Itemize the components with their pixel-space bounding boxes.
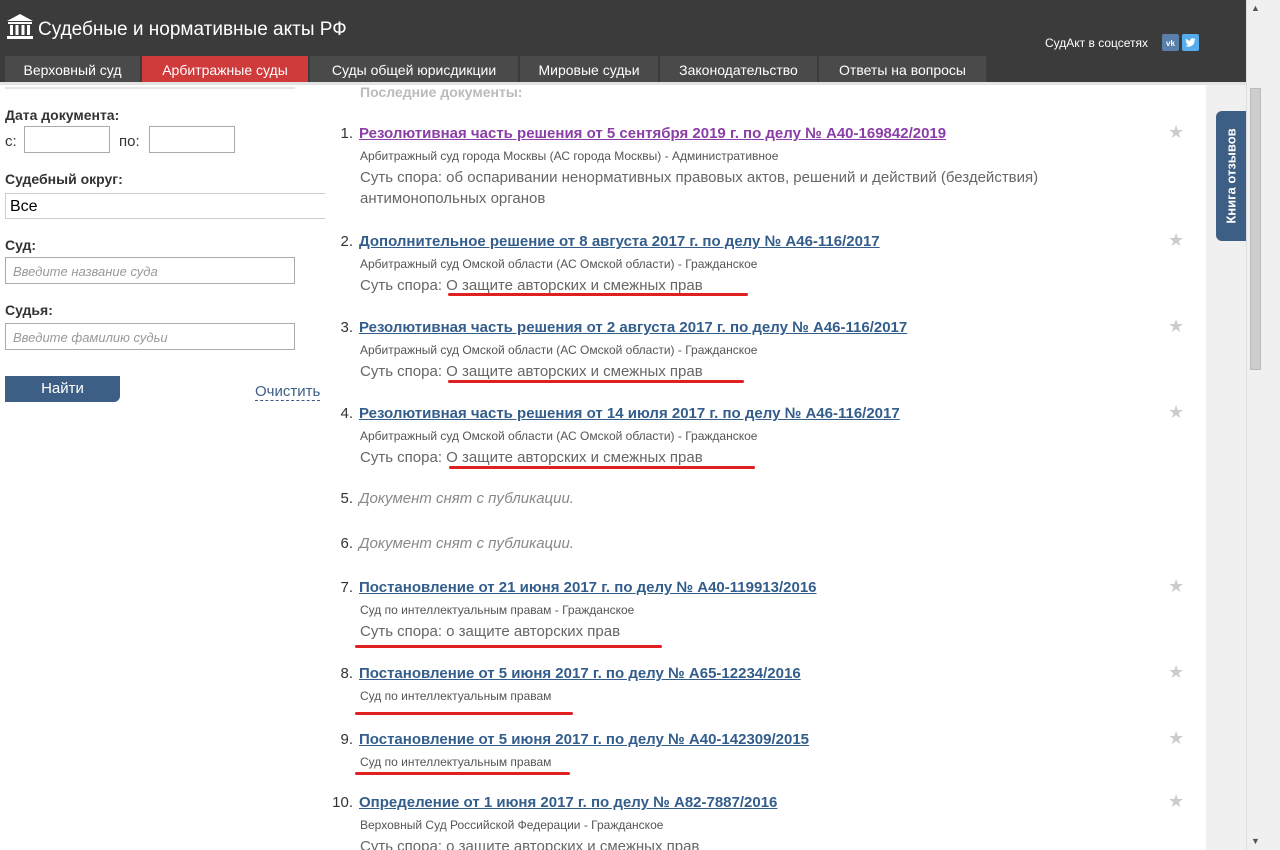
tab-qa[interactable]: Ответы на вопросы <box>819 56 986 82</box>
court-name: Верховный Суд Российской Федерации - Гра… <box>360 818 664 832</box>
tab-supreme-court[interactable]: Верховный суд <box>5 56 140 82</box>
star-icon[interactable]: ★ <box>1168 317 1184 335</box>
svg-text:vk: vk <box>1166 39 1175 48</box>
feedback-tab-label: Книга отзывов <box>1223 128 1239 224</box>
clear-link[interactable]: Очистить <box>255 383 321 401</box>
item-number: 8. <box>340 665 353 682</box>
document-link[interactable]: Резолютивная часть решения от 2 августа … <box>359 319 907 337</box>
item-number: 1. <box>340 125 353 142</box>
tab-general-courts[interactable]: Суды общей юрисдикции <box>310 56 518 82</box>
tab-arbitration-courts[interactable]: Арбитражные суды <box>142 56 308 82</box>
tab-magistrate-judges[interactable]: Мировые судьи <box>520 56 658 82</box>
scroll-up-icon[interactable]: ▲ <box>1247 0 1264 17</box>
latest-heading: Последние документы: <box>360 85 523 100</box>
item-number: 7. <box>340 579 353 596</box>
district-select[interactable]: Все <box>5 193 330 219</box>
dispute-text: Суть спора: о защите авторских и смежных… <box>360 838 700 850</box>
annotation-underline <box>355 772 570 775</box>
dispute-text: Суть спора: О защите авторских и смежных… <box>360 449 703 466</box>
court-name: Арбитражный суд Омской области (АС Омско… <box>360 343 758 357</box>
document-link[interactable]: Резолютивная часть решения от 5 сентября… <box>359 125 946 143</box>
scroll-down-icon[interactable]: ▼ <box>1247 833 1264 850</box>
item-number: 2. <box>340 233 353 250</box>
annotation-underline <box>355 712 573 715</box>
item-number: 4. <box>340 405 353 422</box>
annotation-underline <box>448 380 744 383</box>
removed-notice: Документ снят с публикации. <box>359 535 574 552</box>
document-link[interactable]: Постановление от 5 июня 2017 г. по делу … <box>359 665 801 683</box>
removed-notice: Документ снят с публикации. <box>359 490 574 507</box>
item-number: 5. <box>340 490 353 507</box>
court-label: Суд: <box>5 237 37 253</box>
document-link[interactable]: Постановление от 21 июня 2017 г. по делу… <box>359 579 817 597</box>
star-icon[interactable]: ★ <box>1168 403 1184 421</box>
site-title[interactable]: Судебные и нормативные акты РФ <box>38 19 347 41</box>
feedback-tab[interactable]: Книга отзывов <box>1216 111 1246 241</box>
court-name: Суд по интеллектуальным правам - Граждан… <box>360 603 635 617</box>
date-to-label: по: <box>119 133 140 150</box>
star-icon[interactable]: ★ <box>1168 123 1184 141</box>
court-input[interactable]: Введите название суда <box>5 257 295 284</box>
court-name: Арбитражный суд Омской области (АС Омско… <box>360 257 758 271</box>
search-button[interactable]: Найти <box>5 376 120 402</box>
item-number: 9. <box>340 731 353 748</box>
document-link[interactable]: Резолютивная часть решения от 14 июля 20… <box>359 405 900 423</box>
main-nav: Верховный суд Арбитражные суды Суды обще… <box>0 56 1246 82</box>
courthouse-icon[interactable] <box>6 12 34 40</box>
social-label: СудАкт в соцсетях <box>1045 36 1149 50</box>
date-from-input[interactable] <box>24 126 110 153</box>
star-icon[interactable]: ★ <box>1168 792 1184 810</box>
court-name: Суд по интеллектуальным правам <box>360 689 552 703</box>
latest-documents: Последние документы: 1. Резолютивная час… <box>325 85 1206 850</box>
document-link[interactable]: Постановление от 5 июня 2017 г. по делу … <box>359 731 809 749</box>
annotation-underline <box>449 466 755 469</box>
star-icon[interactable]: ★ <box>1168 729 1184 747</box>
document-link[interactable]: Дополнительное решение от 8 августа 2017… <box>359 233 880 251</box>
judge-label: Судья: <box>5 302 53 318</box>
divider <box>5 87 295 89</box>
star-icon[interactable]: ★ <box>1168 231 1184 249</box>
filter-sidebar: Дата документа: с: по: Судебный округ: В… <box>0 85 330 850</box>
dispute-text: Суть спора: об оспаривании ненормативных… <box>360 169 1039 207</box>
court-name: Арбитражный суд Омской области (АС Омско… <box>360 429 758 443</box>
site-header: Судебные и нормативные акты РФ СудАкт в … <box>0 0 1246 56</box>
court-name: Суд по интеллектуальным правам <box>360 755 552 769</box>
court-name: Арбитражный суд города Москвы (АС города… <box>360 149 779 163</box>
page-scrollbar[interactable]: ▲ ▼ <box>1246 0 1264 850</box>
item-number: 10. <box>332 794 353 811</box>
date-from-label: с: <box>5 133 17 150</box>
star-icon[interactable]: ★ <box>1168 663 1184 681</box>
dispute-text: Суть спора: о защите авторских прав <box>360 623 621 640</box>
document-link[interactable]: Определение от 1 июня 2017 г. по делу № … <box>359 794 777 812</box>
tab-legislation[interactable]: Законодательство <box>660 56 817 82</box>
scrollbar-thumb[interactable] <box>1250 88 1261 370</box>
district-label: Судебный округ: <box>5 171 123 187</box>
item-number: 3. <box>340 319 353 336</box>
annotation-underline <box>355 645 662 648</box>
item-number: 6. <box>340 535 353 552</box>
judge-input[interactable]: Введите фамилию судьи <box>5 323 295 350</box>
date-label: Дата документа: <box>5 107 120 123</box>
vk-icon[interactable]: vk <box>1162 34 1179 51</box>
date-to-input[interactable] <box>149 126 235 153</box>
twitter-icon[interactable] <box>1182 34 1199 51</box>
star-icon[interactable]: ★ <box>1168 577 1184 595</box>
annotation-underline <box>448 293 748 296</box>
dispute-text: Суть спора: О защите авторских и смежных… <box>360 363 703 380</box>
